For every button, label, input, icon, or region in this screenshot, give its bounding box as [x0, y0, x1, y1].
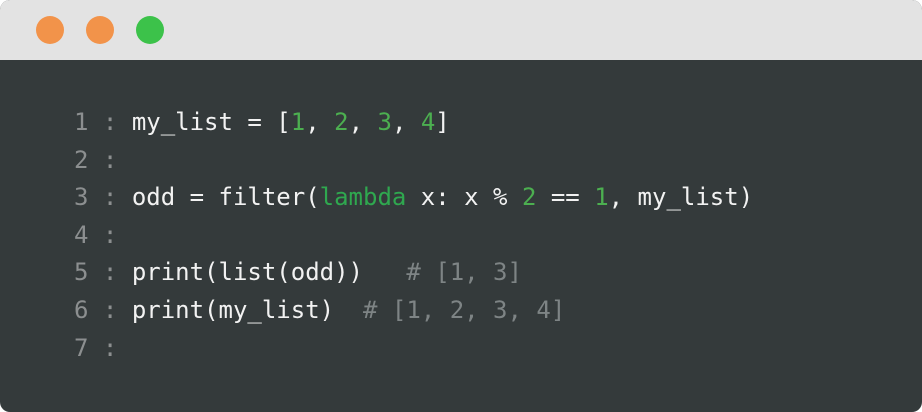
window-titlebar	[0, 0, 922, 60]
code-text: print(my_list)	[131, 295, 335, 324]
minimize-button[interactable]	[86, 16, 114, 44]
line-number: 4	[74, 220, 89, 249]
line-separator: :	[102, 295, 118, 324]
code-text: , my_list)	[608, 183, 754, 212]
code-number: 4	[420, 108, 436, 136]
line-separator: :	[102, 258, 118, 287]
code-window: 1 : my_list = [1, 2, 3, 4] 2 :3 : odd = f…	[0, 0, 922, 412]
line-number: 2	[74, 145, 89, 174]
line-number: 7	[74, 333, 89, 362]
code-keyword: lambda	[319, 183, 407, 212]
code-text: ==	[536, 183, 595, 212]
line-number: 6	[74, 295, 89, 324]
code-line: 2 :	[74, 142, 753, 180]
code-comment: # [1, 2, 3, 4]	[334, 295, 566, 324]
code-text: ]	[435, 108, 450, 136]
code-line: 5 : print(list(odd)) # [1, 3]	[74, 254, 753, 292]
code-number: 1	[594, 183, 609, 212]
code-line: 7 :	[74, 330, 753, 368]
code-text: ,	[348, 108, 378, 136]
line-separator: :	[102, 145, 118, 174]
code-line: 1 : my_list = [1, 2, 3, 4]	[74, 104, 753, 142]
maximize-button[interactable]	[136, 16, 164, 44]
code-line: 6 : print(my_list) # [1, 2, 3, 4]	[74, 292, 753, 330]
line-separator: :	[102, 108, 118, 136]
code-number: 2	[334, 108, 349, 136]
code-editor: 1 : my_list = [1, 2, 3, 4] 2 :3 : odd = f…	[74, 104, 753, 367]
code-line: 4 :	[74, 217, 753, 255]
code-number: 2	[521, 183, 537, 212]
code-text: print(list(odd))	[131, 258, 363, 287]
code-comment: # [1, 3]	[363, 258, 522, 287]
code-text: my_list = [	[131, 108, 291, 136]
code-text: ,	[305, 108, 335, 136]
line-number: 5	[74, 258, 89, 287]
code-text: x: x %	[406, 183, 522, 212]
line-separator: :	[102, 220, 118, 249]
code-line: 3 : odd = filter(lambda x: x % 2 == 1, m…	[74, 179, 753, 217]
close-button[interactable]	[36, 16, 64, 44]
line-separator: :	[102, 333, 118, 362]
code-number: 1	[290, 108, 306, 136]
code-text: odd = filter(	[131, 183, 320, 212]
line-number: 1	[74, 108, 89, 136]
code-text: ,	[391, 108, 421, 136]
line-separator: :	[102, 183, 118, 212]
code-number: 3	[377, 108, 392, 136]
line-number: 3	[74, 183, 89, 212]
